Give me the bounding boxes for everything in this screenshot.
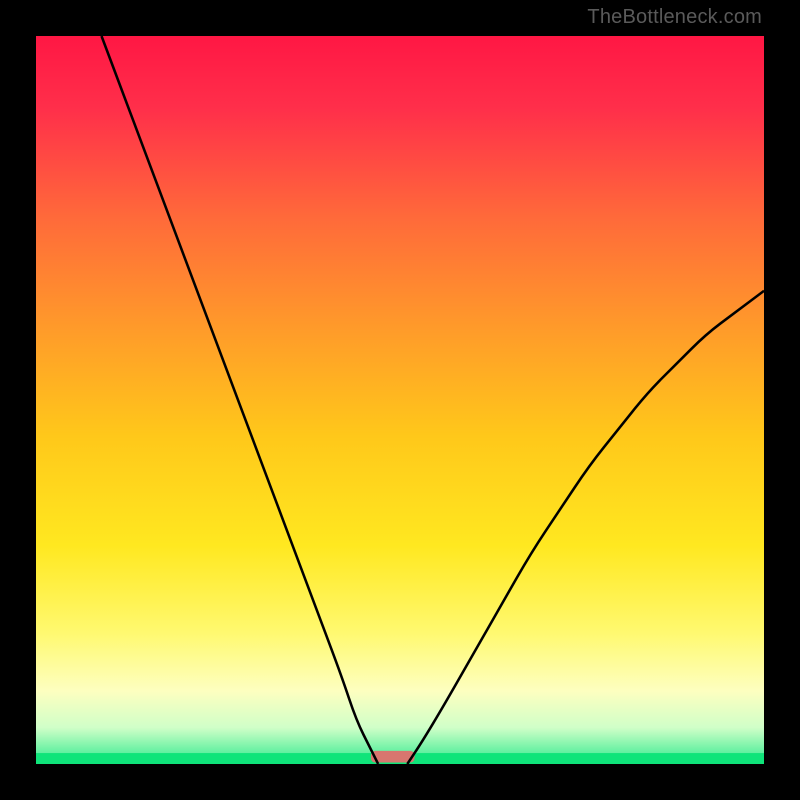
- watermark-text: TheBottleneck.com: [587, 6, 762, 29]
- curve-left: [102, 36, 379, 764]
- curve-right: [407, 291, 764, 764]
- outer-frame: TheBottleneck.com: [0, 0, 800, 800]
- curve-layer: [36, 36, 764, 764]
- plot-area: [36, 36, 764, 764]
